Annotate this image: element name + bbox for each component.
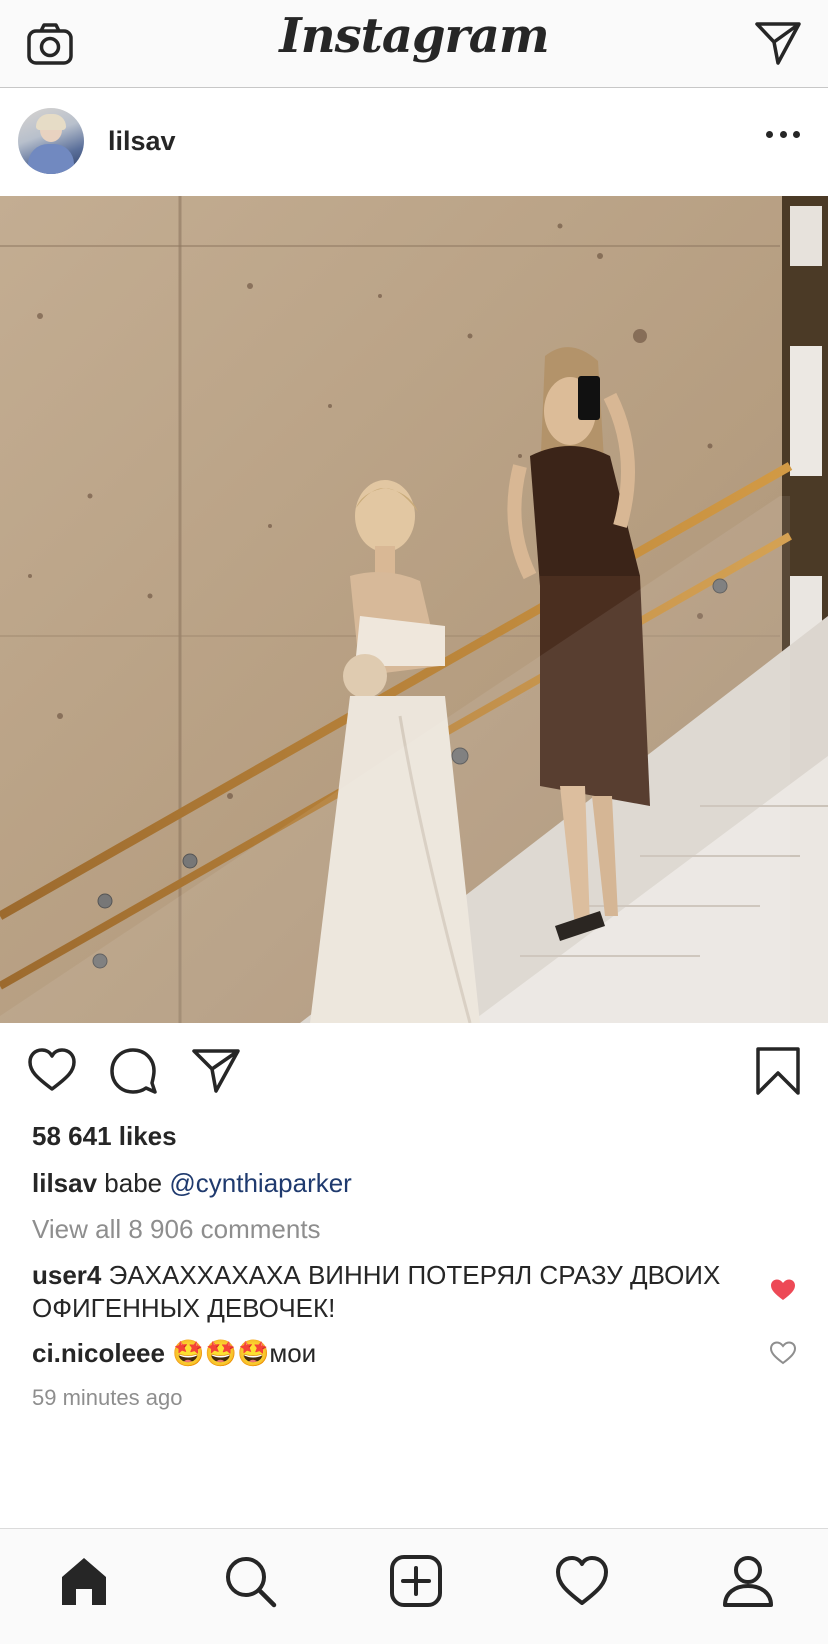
heart-outline-icon[interactable]: [554, 1553, 610, 1609]
comment-bubble-icon[interactable]: [108, 1045, 160, 1097]
heart-outline-icon[interactable]: [26, 1045, 78, 1097]
caption-mention[interactable]: @cynthiaparker: [169, 1168, 351, 1198]
post-header: lilsav: [0, 88, 828, 196]
heart-filled-icon[interactable]: [770, 1278, 796, 1302]
post-timestamp: 59 minutes ago: [32, 1385, 183, 1410]
post-actions: [0, 1023, 828, 1119]
view-all-comments-link[interactable]: View all 8 906 comments: [32, 1214, 321, 1245]
post-photo[interactable]: [0, 196, 828, 1023]
app-logo[interactable]: Instagram: [0, 8, 828, 64]
bottom-nav: [0, 1528, 828, 1644]
comment-item: user4 ЭАХАХХАХАХА ВИННИ ПОТЕРЯЛ СРАЗУ ДВ…: [32, 1259, 752, 1325]
more-horizontal-icon[interactable]: [766, 128, 800, 140]
post-caption: lilsav babe @cynthiaparker: [32, 1168, 352, 1199]
search-icon[interactable]: [222, 1553, 278, 1609]
heart-outline-icon[interactable]: [770, 1341, 796, 1365]
avatar-body-shape: [28, 144, 74, 174]
caption-text: babe: [104, 1168, 163, 1198]
comment-text: ЭАХАХХАХАХА ВИННИ ПОТЕРЯЛ СРАЗУ ДВОИХ ОФ…: [32, 1260, 721, 1323]
avatar-hair-shape: [36, 114, 66, 130]
comment-username[interactable]: ci.nicoleee: [32, 1338, 165, 1368]
comment-item: ci.nicoleee 🤩🤩🤩мои: [32, 1337, 752, 1370]
comment-text: 🤩🤩🤩мои: [172, 1338, 317, 1368]
paper-plane-icon[interactable]: [190, 1045, 242, 1097]
plus-square-icon[interactable]: [388, 1553, 444, 1609]
top-bar: Instagram: [0, 0, 828, 88]
person-icon[interactable]: [720, 1553, 776, 1609]
comment-username[interactable]: user4: [32, 1260, 101, 1290]
likes-count[interactable]: 58 641 likes: [32, 1121, 177, 1152]
paper-plane-icon[interactable]: [754, 20, 802, 66]
caption-username[interactable]: lilsav: [32, 1168, 97, 1198]
avatar[interactable]: [18, 108, 84, 174]
bookmark-icon[interactable]: [752, 1045, 804, 1097]
post-username[interactable]: lilsav: [108, 126, 176, 157]
home-icon[interactable]: [56, 1553, 112, 1609]
